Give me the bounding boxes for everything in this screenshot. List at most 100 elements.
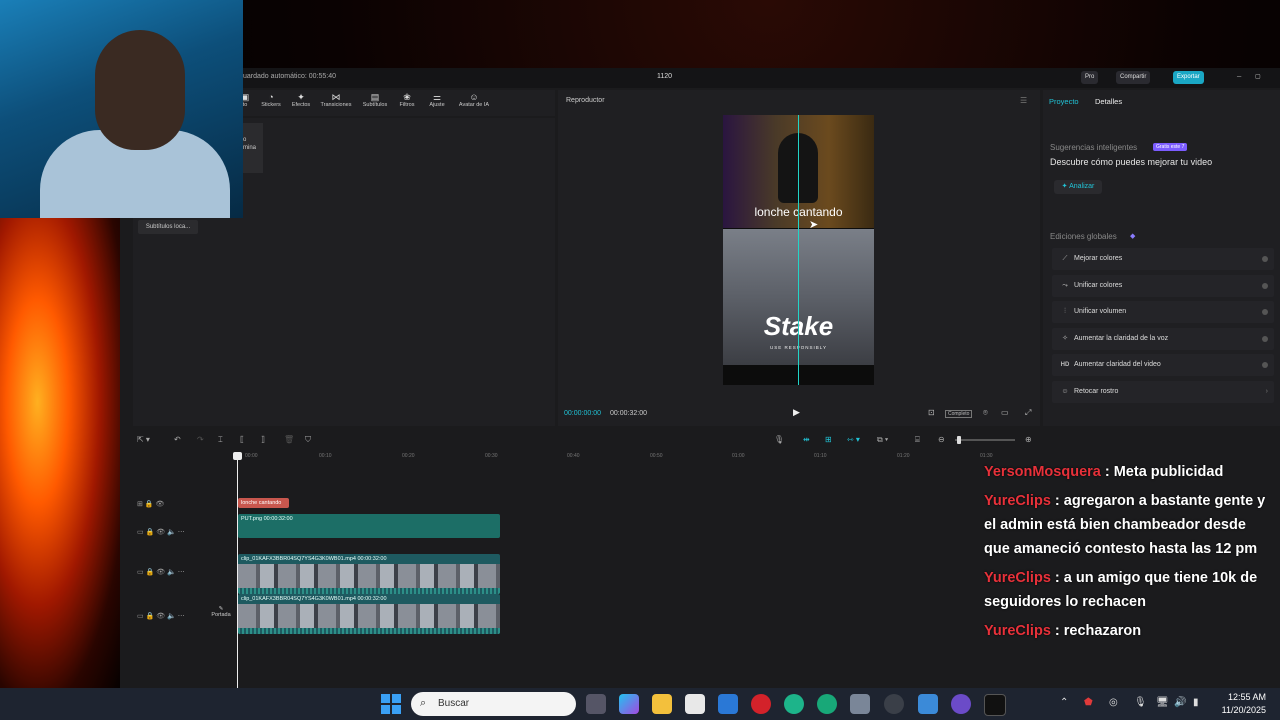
- opera-icon[interactable]: [751, 694, 771, 714]
- split-right-icon[interactable]: ⟧: [261, 435, 265, 444]
- search-icon: ⌕: [420, 697, 427, 709]
- messenger-icon[interactable]: [951, 694, 971, 714]
- task-view-icon[interactable]: [586, 694, 606, 714]
- fullscreen-icon[interactable]: ⤢: [1025, 408, 1031, 418]
- quality-icon[interactable]: ▭: [1001, 408, 1009, 417]
- media-card[interactable]: o mina: [243, 123, 263, 173]
- windows-start-icon[interactable]: [381, 694, 401, 714]
- chat-message: YureClips : a un amigo que tiene 10k de …: [984, 566, 1274, 614]
- marker-icon[interactable]: ⛉: [305, 435, 311, 445]
- tab-details[interactable]: Detalles: [1095, 97, 1122, 106]
- cover-button[interactable]: ✎ Portada: [210, 606, 232, 628]
- toolbar-subtitles[interactable]: ▤ Subtítulos: [357, 92, 393, 108]
- autosave-status: uardado automático: 00:55:40: [243, 73, 337, 80]
- toolbar-adjust[interactable]: ⚌ Ajuste: [419, 92, 455, 108]
- chatgpt-icon[interactable]: [884, 694, 904, 714]
- toggle[interactable]: [1262, 283, 1268, 289]
- global-item-improve-colors[interactable]: ⟋ Mejorar colores: [1052, 248, 1274, 270]
- preview-axis-icon[interactable]: ⇿ ▾: [847, 435, 860, 444]
- timeline-playhead[interactable]: [237, 452, 238, 688]
- global-item-face-retouch[interactable]: ☺ Retocar rostro ›: [1052, 381, 1274, 403]
- playhead-handle[interactable]: [233, 452, 242, 460]
- toggle[interactable]: [1262, 362, 1268, 368]
- capcut-icon[interactable]: [984, 694, 1006, 716]
- crop-icon[interactable]: ⊡: [928, 408, 935, 417]
- text-clip[interactable]: lonche cantando: [238, 498, 289, 508]
- edge-icon[interactable]: [784, 694, 804, 714]
- ratio-button[interactable]: Completo: [945, 410, 973, 418]
- snap-icon[interactable]: ⊞: [825, 435, 832, 444]
- zoom-slider-handle[interactable]: [957, 436, 961, 444]
- caption-icon[interactable]: ⌸: [915, 435, 920, 445]
- redo-icon[interactable]: ↷: [197, 435, 204, 444]
- edge-dev-icon[interactable]: [817, 694, 837, 714]
- delete-icon[interactable]: 🗑: [284, 435, 294, 444]
- ratio-icon[interactable]: ⧉ ▾: [877, 435, 888, 445]
- toolbar-ai-avatar[interactable]: ☺ Avatar de IA: [454, 92, 494, 108]
- screenshot-icon[interactable]: ⌾: [983, 408, 988, 418]
- share-button[interactable]: Compartir: [1116, 71, 1151, 84]
- minimize-icon[interactable]: ─: [1233, 71, 1245, 84]
- microphone-icon[interactable]: 🎙: [774, 435, 784, 444]
- split-left-icon[interactable]: ⟦: [240, 435, 244, 444]
- outlook-icon[interactable]: [718, 694, 738, 714]
- webcam-overlay: [0, 0, 243, 218]
- clock-time[interactable]: 12:55 AM: [1224, 692, 1266, 702]
- global-item-video-clarity[interactable]: HD Aumentar claridad del video: [1052, 354, 1274, 376]
- track-controls-video-1[interactable]: ▭ 🔒 👁 🔈 ⋯: [137, 568, 185, 576]
- current-time: 00:00:00:00: [564, 410, 601, 417]
- toggle[interactable]: [1262, 256, 1268, 262]
- local-subtitles-chip[interactable]: Subtítulos loca...: [138, 220, 198, 234]
- pro-button[interactable]: Pro: [1081, 71, 1099, 84]
- store-icon[interactable]: [685, 694, 705, 714]
- toolbar-transitions[interactable]: ⋈ Transiciones: [318, 92, 354, 108]
- global-item-voice-clarity[interactable]: ✧ Aumentar la claridad de la voz: [1052, 328, 1274, 350]
- fire-overlay: [0, 210, 125, 690]
- voice-clarity-icon: ✧: [1062, 335, 1068, 342]
- hd-icon: HD: [1060, 362, 1070, 368]
- media-toolbar: ▣ to ◔ Stickers ✦ Efectos ⋈ Transiciones ▤ Su…: [241, 90, 555, 116]
- tray-app-icon[interactable]: ⬟: [1084, 697, 1093, 708]
- undo-icon[interactable]: ↶: [174, 435, 181, 444]
- taskbar-search-box[interactable]: [411, 692, 576, 716]
- split-icon[interactable]: ⌶: [218, 435, 223, 445]
- microphone-icon[interactable]: 🎙: [1134, 697, 1147, 708]
- toggle[interactable]: [1262, 309, 1268, 315]
- timeline-ruler: 00:00 00:10 00:20 00:30 00:40 00:50 01:0…: [245, 453, 993, 459]
- zoom-slider[interactable]: [955, 439, 1015, 441]
- select-tool-icon[interactable]: ⇱ ▾: [137, 435, 150, 444]
- photos-icon[interactable]: [918, 694, 938, 714]
- sparkle-icon: ✦: [1061, 183, 1070, 190]
- video-clip[interactable]: clip_01KAFX3BBR04SQ7YS4G3K0WB01.mp4 00:0…: [238, 594, 500, 634]
- obs-icon[interactable]: ◎: [1109, 697, 1118, 708]
- avatar-icon: ☺: [469, 92, 479, 102]
- track-controls-png[interactable]: ▭ 🔒 👁 🔈 ⋯: [137, 528, 185, 536]
- settings-icon[interactable]: [850, 694, 870, 714]
- global-item-unify-volume[interactable]: ⫶ Unificar volumen: [1052, 301, 1274, 323]
- export-button[interactable]: Exportar: [1173, 71, 1204, 84]
- file-explorer-icon[interactable]: [652, 694, 672, 714]
- global-item-unify-colors[interactable]: ⤳ Unificar colores: [1052, 275, 1274, 297]
- menu-icon[interactable]: ☰: [1020, 96, 1027, 105]
- analyze-button[interactable]: ✦ Analizar: [1054, 180, 1102, 194]
- chat-message: YersonMosquera : Meta publicidad: [984, 460, 1274, 484]
- play-icon[interactable]: ▶: [793, 407, 800, 418]
- battery-icon[interactable]: ▮: [1193, 697, 1199, 708]
- maximize-icon[interactable]: ▢: [1251, 71, 1265, 84]
- zoom-in-icon[interactable]: ⊕: [1025, 435, 1032, 444]
- volume-icon[interactable]: 🔊: [1174, 697, 1186, 708]
- track-controls-video-2[interactable]: ▭ 🔒 👁 🔈 ⋯: [137, 612, 185, 620]
- copilot-icon[interactable]: [619, 694, 639, 714]
- track-controls-text[interactable]: ⊞ 🔒 👁: [137, 500, 164, 508]
- clock-date[interactable]: 11/20/2025: [1215, 705, 1266, 715]
- tab-project[interactable]: Proyecto: [1049, 97, 1079, 106]
- chevron-up-icon[interactable]: ⌃: [1060, 697, 1068, 708]
- project-name: 1120: [657, 73, 673, 80]
- link-icon[interactable]: ⇹: [803, 435, 810, 444]
- video-clip[interactable]: clip_01KAFX3BBR04SQ7YS4G3K0WB01.mp4 00:0…: [238, 554, 500, 594]
- toggle[interactable]: [1262, 336, 1268, 342]
- network-icon[interactable]: 🖥: [1156, 697, 1169, 708]
- toolbar-effects[interactable]: ✦ Efectos: [283, 92, 319, 108]
- zoom-out-icon[interactable]: ⊖: [938, 435, 945, 444]
- face-retouch-icon: ☺: [1061, 388, 1069, 395]
